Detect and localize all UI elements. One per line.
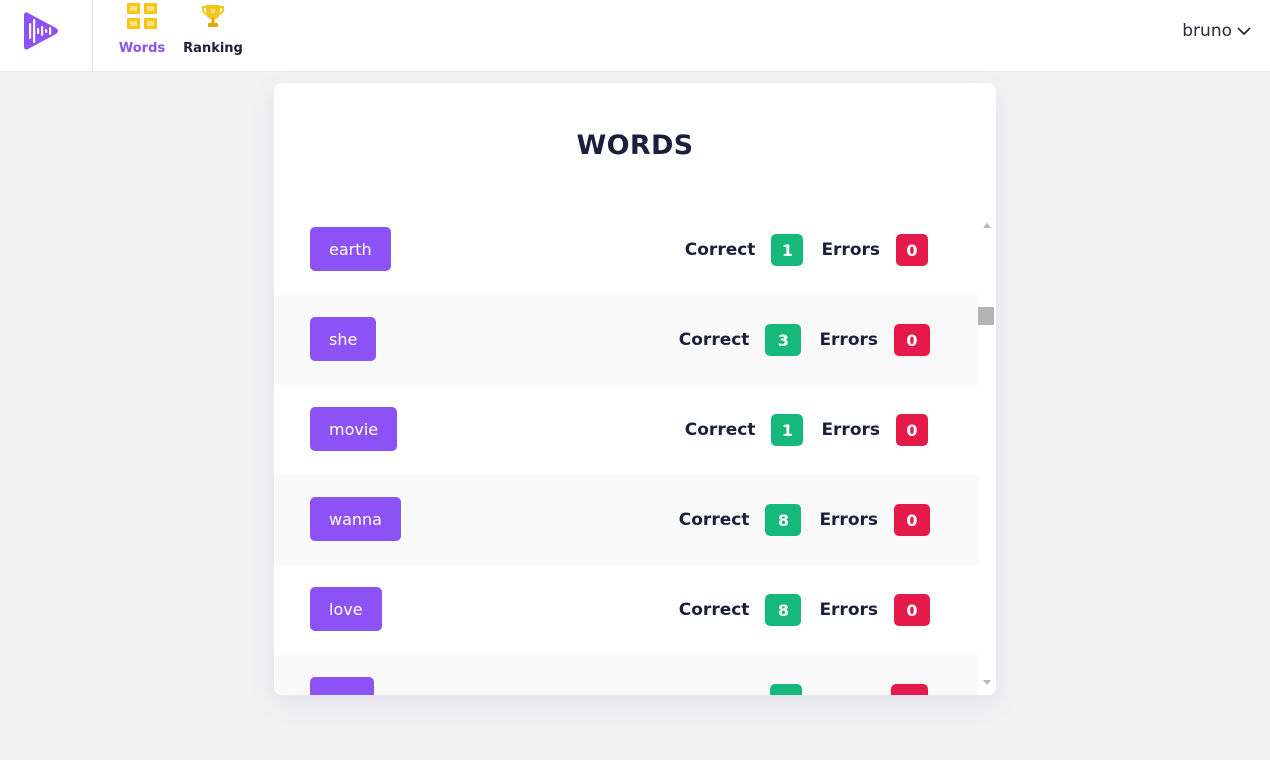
- correct-count-badge: 3: [765, 324, 802, 356]
- scroll-down-arrow-icon[interactable]: [983, 680, 991, 685]
- word-stats: Correct 8 Errors 0: [679, 565, 930, 655]
- app-logo-icon[interactable]: [22, 11, 62, 51]
- word-stats: [770, 655, 928, 695]
- user-menu[interactable]: bruno: [1182, 19, 1252, 43]
- errors-count-badge: 0: [894, 504, 930, 536]
- grid-icon: [127, 2, 157, 30]
- words-card: WORDS earth Correct 1 Errors 0 she Corre…: [274, 83, 996, 695]
- navbar-divider: [92, 0, 93, 72]
- word-chip[interactable]: wanna: [310, 497, 401, 541]
- errors-label: Errors: [821, 420, 880, 440]
- errors-count-badge: 0: [894, 594, 930, 626]
- errors-count-badge: 0: [894, 324, 930, 356]
- errors-label: Errors: [819, 330, 878, 350]
- trophy-icon: [201, 2, 225, 30]
- correct-count-badge: [770, 684, 802, 695]
- chevron-down-icon: [1237, 27, 1251, 36]
- list-item: love Correct 8 Errors 0: [274, 565, 978, 655]
- word-chip[interactable]: she: [310, 317, 377, 361]
- nav-label-ranking: Ranking: [183, 41, 243, 56]
- top-navbar: Words Ranking bruno: [0, 0, 1270, 72]
- correct-count-badge: 8: [765, 504, 802, 536]
- correct-count-badge: 1: [771, 414, 804, 446]
- word-stats: Correct 1 Errors 0: [685, 205, 928, 295]
- errors-count-badge: [891, 684, 928, 695]
- errors-label: Errors: [821, 240, 880, 260]
- word-stats: Correct 1 Errors 0: [685, 385, 928, 475]
- word-stats: Correct 8 Errors 0: [679, 475, 930, 565]
- scrollbar-thumb[interactable]: [978, 307, 994, 325]
- correct-count-badge: 8: [765, 594, 802, 626]
- errors-count-badge: 0: [896, 234, 928, 266]
- correct-label: Correct: [678, 600, 750, 620]
- word-chip[interactable]: [310, 677, 374, 695]
- list-item: she Correct 3 Errors 0: [274, 295, 978, 385]
- correct-label: Correct: [684, 240, 756, 260]
- correct-label: Correct: [678, 330, 750, 350]
- page-title: WORDS: [576, 130, 694, 161]
- list-item: [274, 655, 978, 695]
- word-chip[interactable]: love: [310, 587, 382, 631]
- nav-item-words[interactable]: Words: [118, 0, 166, 72]
- word-chip[interactable]: movie: [310, 407, 398, 451]
- errors-label: Errors: [819, 510, 878, 530]
- list-scrollbar[interactable]: [978, 215, 996, 695]
- correct-count-badge: 1: [771, 234, 804, 266]
- word-chip[interactable]: earth: [310, 227, 391, 271]
- errors-count-badge: 0: [896, 414, 928, 446]
- scroll-up-arrow-icon[interactable]: [983, 223, 991, 228]
- user-name: bruno: [1182, 21, 1232, 41]
- correct-label: Correct: [678, 510, 750, 530]
- list-item: movie Correct 1 Errors 0: [274, 385, 978, 475]
- nav-label-words: Words: [118, 41, 166, 56]
- nav-item-ranking[interactable]: Ranking: [183, 0, 243, 72]
- correct-label: Correct: [684, 420, 756, 440]
- errors-label: Errors: [819, 600, 878, 620]
- list-item: earth Correct 1 Errors 0: [274, 205, 978, 295]
- words-list[interactable]: earth Correct 1 Errors 0 she Correct 3 E…: [274, 205, 978, 695]
- list-item: wanna Correct 8 Errors 0: [274, 475, 978, 565]
- word-stats: Correct 3 Errors 0: [679, 295, 930, 385]
